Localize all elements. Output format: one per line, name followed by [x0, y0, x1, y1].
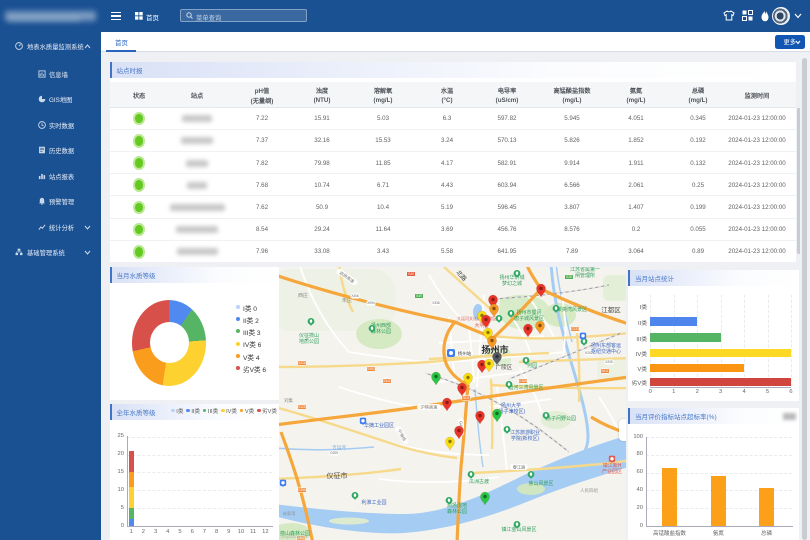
- svg-text:学院(新校区): 学院(新校区): [511, 435, 540, 442]
- svg-text:大运河文化旅游度假区: 大运河文化旅游度假区: [457, 315, 497, 321]
- svg-text:产业园区: 产业园区: [602, 468, 622, 475]
- svg-text:S356: S356: [298, 488, 306, 492]
- svg-text:G233: G233: [571, 327, 579, 331]
- svg-text:G40: G40: [408, 272, 414, 276]
- svg-text:焦山风景区: 焦山风景区: [528, 480, 553, 487]
- svg-text:北路: 北路: [454, 269, 468, 283]
- svg-text:梦幻之城: 梦幻之城: [502, 280, 522, 287]
- svg-text:春江路: 春江路: [513, 464, 526, 471]
- svg-text:G328: G328: [519, 379, 527, 383]
- svg-text:扬州市蜀冈: 扬州市蜀冈: [516, 309, 541, 316]
- svg-text:扬州东部客运: 扬州东部客运: [591, 342, 621, 349]
- svg-text:仪征捺山: 仪征捺山: [299, 332, 319, 339]
- svg-text:X336: X336: [432, 301, 440, 305]
- svg-text:枢纽交通中心: 枢纽交通中心: [591, 348, 621, 355]
- svg-text:朱庄: 朱庄: [342, 297, 352, 304]
- svg-text:S342: S342: [383, 379, 391, 383]
- svg-text:S28: S28: [566, 275, 572, 279]
- svg-text:沪陕高速: 沪陕高速: [421, 404, 439, 411]
- svg-text:G205: G205: [330, 451, 338, 455]
- svg-text:扬州站: 扬州站: [458, 350, 472, 357]
- svg-text:镇江新H: 镇江新H: [603, 462, 622, 469]
- svg-text:S326: S326: [298, 361, 306, 365]
- svg-text:华摘工业园区: 华摘工业园区: [364, 422, 394, 429]
- svg-text:地质公园: 地质公园: [299, 338, 319, 345]
- svg-text:苏家湾: 苏家湾: [283, 510, 296, 517]
- svg-text:运河三湾风景区: 运河三湾风景区: [508, 384, 543, 391]
- svg-text:森林公园: 森林公园: [447, 508, 467, 515]
- svg-text:X094: X094: [367, 301, 375, 305]
- svg-text:X306: X306: [351, 294, 359, 298]
- svg-text:S353: S353: [367, 367, 375, 371]
- svg-text:扬州大学: 扬州大学: [501, 402, 521, 409]
- svg-text:扬子问野公园: 扬子问野公园: [546, 415, 576, 422]
- svg-text:西庄: 西庄: [298, 292, 308, 299]
- svg-text:S611: S611: [462, 396, 469, 400]
- svg-text:茱萸湾风景区: 茱萸湾风景区: [557, 306, 587, 313]
- svg-text:何园: 何园: [527, 362, 537, 369]
- svg-text:X205: X205: [605, 360, 613, 364]
- svg-text:瓜洲古渡: 瓜洲古渡: [469, 478, 489, 485]
- svg-text:利淮工业园: 利淮工业园: [361, 499, 386, 506]
- svg-text:S49: S49: [416, 294, 422, 298]
- svg-text:扬州华侨城: 扬州华侨城: [499, 274, 524, 281]
- svg-text:广陵区: 广陵区: [496, 363, 513, 371]
- svg-text:S125: S125: [298, 405, 306, 409]
- svg-text:人民四组: 人民四组: [580, 487, 598, 494]
- svg-text:仪征市: 仪征市: [327, 471, 348, 480]
- svg-text:刘集: 刘集: [284, 397, 293, 404]
- svg-text:闸管理所: 闸管理所: [575, 272, 595, 279]
- svg-text:江苏旅游职业: 江苏旅游职业: [510, 429, 540, 436]
- svg-text:江都区: 江都区: [601, 306, 621, 314]
- svg-text:S611: S611: [601, 369, 608, 373]
- svg-text:吉运河: 吉运河: [332, 444, 346, 451]
